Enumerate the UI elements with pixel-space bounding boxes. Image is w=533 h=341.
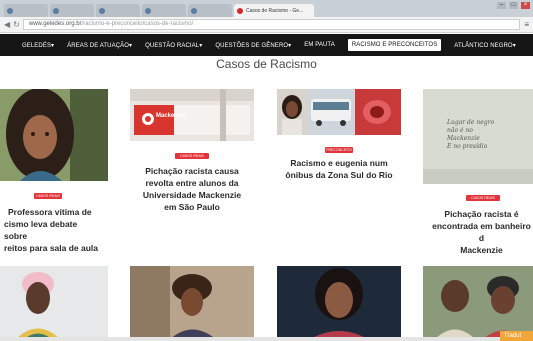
mackenzie-sign-photo — [130, 89, 254, 141]
headline-line: reitos para sala de aula — [4, 243, 99, 253]
favicon-icon — [7, 7, 13, 14]
favicon-icon — [237, 7, 243, 14]
collage-photo — [277, 89, 401, 135]
browser-tab[interactable] — [142, 4, 186, 17]
headline-line: revolta entre alunos da — [145, 178, 239, 188]
headline-line: Pichação racista é — [444, 209, 519, 219]
article-image-row2-1[interactable] — [0, 266, 108, 341]
article-image-banheiro[interactable]: Lugar de negro não é no Mackenzie E no p… — [423, 89, 533, 184]
article-image-mackenzie[interactable]: Mackenzie — [130, 89, 254, 141]
window-controls: – □ × — [497, 2, 530, 9]
page-title: Casos de Racismo — [216, 57, 317, 71]
article-image-row2-4[interactable] — [423, 266, 533, 341]
nav-item-geledes[interactable]: GELEDÉS▾ — [22, 42, 54, 49]
nav-item-atlantico-negro[interactable]: ATLÂNTICO NEGRO▾ — [454, 42, 516, 49]
article-headline[interactable]: Pichação racista causa revolta entre alu… — [130, 165, 254, 213]
graffiti-line: não é no — [447, 127, 473, 134]
article-image-onibus[interactable] — [277, 89, 401, 135]
portrait-photo — [130, 266, 254, 341]
url-host: www.geledes.org.br — [28, 21, 82, 27]
browser-menu-icon[interactable]: ≡ — [524, 20, 529, 29]
article-image-professora[interactable] — [0, 89, 108, 181]
translate-widget[interactable]: Tradut — [500, 331, 533, 341]
browser-tab-bar: Casos de Racismo - Ge... – □ × — [0, 0, 533, 17]
portrait-photo — [277, 266, 401, 341]
browser-tab[interactable] — [4, 4, 48, 17]
graffiti-text: Lugar de negro não é no Mackenzie E no p… — [447, 119, 494, 151]
browser-tab[interactable] — [188, 4, 232, 17]
browser-tab[interactable] — [96, 4, 140, 17]
headline-line: em São Paulo — [164, 202, 220, 212]
reload-icon[interactable]: ↻ — [13, 20, 20, 29]
favicon-icon — [99, 7, 105, 14]
site-navigation: GELEDÉS▾ ÁREAS DE ATUAÇÃO▾ QUESTÃO RACIA… — [0, 34, 533, 56]
back-icon[interactable]: ◀ — [4, 20, 10, 29]
graffiti-line: Mackenzie — [447, 135, 480, 142]
headline-line: ônibus da Zona Sul do Rio — [285, 170, 393, 180]
children-photo — [423, 266, 533, 341]
article-headline[interactable]: Professora vítima de cismo leva debate s… — [0, 206, 100, 254]
mackenzie-sign-text: Mackenzie — [156, 113, 187, 119]
headline-line: Racismo e eugenia num — [290, 158, 388, 168]
article-image-row2-3[interactable] — [277, 266, 401, 341]
browser-tab-active[interactable]: Casos de Racismo - Ge... — [234, 4, 314, 17]
browser-tab[interactable] — [50, 4, 94, 17]
close-icon[interactable]: × — [521, 2, 530, 9]
headline-line: Pichação racista causa — [145, 166, 239, 176]
favicon-icon — [53, 7, 59, 14]
headline-line: cismo leva debate sobre — [4, 219, 78, 241]
article-headline[interactable]: Pichação racista é encontrada em banheir… — [430, 208, 533, 256]
category-badge[interactable]: PRECONCEITO — [325, 147, 353, 153]
tab-label: Casos de Racismo - Ge... — [246, 7, 304, 14]
category-badge[interactable]: CASOS REAIS — [175, 153, 209, 159]
portrait-photo — [0, 266, 108, 341]
graffiti-line: E no presídio — [447, 143, 488, 150]
address-bar-row: ◀ ↻ www.geledes.org.br/racismo-e-preconc… — [0, 17, 533, 33]
horizontal-scrollbar[interactable] — [0, 337, 533, 341]
nav-item-racismo[interactable]: RACISMO E PRECONCEITOS — [347, 39, 442, 51]
portrait-photo — [0, 89, 108, 181]
category-badge[interactable]: CASOS REAIS — [34, 193, 62, 199]
minimize-icon[interactable]: – — [497, 2, 506, 9]
nav-item-areas[interactable]: ÁREAS DE ATUAÇÃO▾ — [67, 42, 132, 49]
nav-item-em-pauta[interactable]: EM PAUTA — [304, 42, 335, 48]
favicon-icon — [145, 7, 151, 14]
url-field[interactable]: www.geledes.org.br/racismo-e-preconceito… — [22, 19, 521, 30]
headline-line: Mackenzie — [460, 245, 503, 255]
article-headline[interactable]: Racismo e eugenia num ônibus da Zona Sul… — [277, 157, 401, 181]
article-image-row2-2[interactable] — [130, 266, 254, 341]
nav-item-questoes-genero[interactable]: QUESTÕES DE GÊNERO▾ — [215, 42, 291, 49]
graffiti-line: Lugar de negro — [447, 119, 495, 126]
url-path: /racismo-e-preconceito/casos-de-racismo/ — [81, 21, 194, 27]
headline-line: encontrada em banheiro d — [432, 221, 531, 243]
nav-item-questao-racial[interactable]: QUESTÃO RACIAL▾ — [145, 42, 202, 49]
category-badge[interactable]: CASOS REAIS — [466, 195, 500, 201]
headline-line: Universidade Mackenzie — [142, 190, 242, 200]
headline-line: Professora vítima de — [8, 207, 92, 217]
favicon-icon — [191, 7, 197, 14]
maximize-icon[interactable]: □ — [509, 2, 518, 9]
